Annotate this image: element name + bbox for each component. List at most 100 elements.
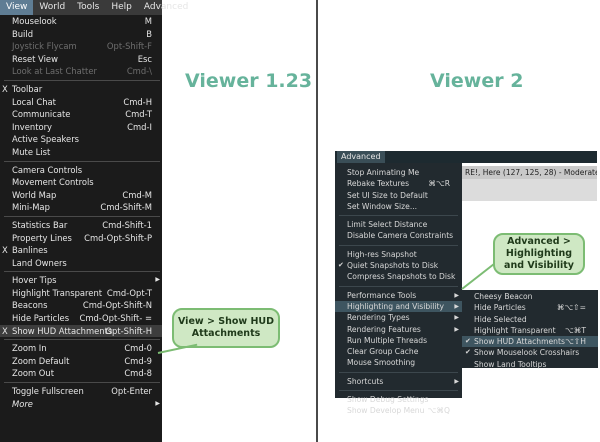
v2-advanced-menu-separator — [339, 244, 458, 246]
v1-view-menu-item-label: Active Speakers — [12, 134, 79, 145]
v2-advanced-menu-item-shortcuts[interactable]: Shortcuts ▶ — [335, 376, 462, 387]
v1-view-menu-separator — [4, 339, 160, 341]
v1-view-menu-item-shortcut: Cmd-8 — [124, 368, 152, 379]
v2-submenu-item-shortcut: ⌥⌘T — [565, 325, 586, 335]
v2-advanced-menu-item-show-develop-menu[interactable]: Show Develop Menu ⌥⌘Q — [335, 405, 462, 416]
v2-advanced-menu-item-clear-group-cache[interactable]: Clear Group Cache — [335, 346, 462, 357]
v2-submenu-item-highlight-transparent[interactable]: Highlight Transparent ⌥⌘T — [462, 325, 598, 336]
v1-view-menu-item-shortcut: Cmd-Opt-Shift-N — [82, 300, 152, 311]
v1-view-menu-item-zoom-default[interactable]: Zoom Default Cmd-9 — [0, 355, 162, 368]
v1-view-menu-separator — [4, 215, 160, 217]
v1-view-menu-item-shortcut: Esc — [137, 53, 152, 64]
v2-advanced-menu-item-show-debug-settings[interactable]: Show Debug Settings — [335, 394, 462, 405]
v2-advanced-menu-item-label: Rendering Features — [347, 324, 421, 334]
v1-view-menu-item-shortcut: Cmd-Opt-T — [106, 287, 152, 298]
v2-submenu-item-shortcut: ⌘⌥⇧= — [556, 303, 586, 313]
v2-advanced-menu-item-high-res-snapshot[interactable]: High-res Snapshot — [335, 249, 462, 260]
v1-view-menu-item-property-lines[interactable]: Property Lines Cmd-Opt-Shift-P — [0, 232, 162, 245]
v1-view-menu-item-movement-controls[interactable]: Movement Controls — [0, 176, 162, 189]
v2-advanced-menu-separator — [339, 215, 458, 217]
v2-advanced-menu-item-stop-animating-me[interactable]: Stop Animating Me — [335, 167, 462, 178]
v1-view-menu-item-beacons[interactable]: Beacons Cmd-Opt-Shift-N — [0, 299, 162, 312]
v1-view-menu-item-shortcut: Cmd-0 — [124, 343, 152, 354]
v1-menubar-world[interactable]: World — [33, 0, 71, 15]
v1-view-menu-item-build[interactable]: Build B — [0, 28, 162, 41]
v2-advanced-menu-item-quiet-snapshots-to-disk[interactable]: ✔ Quiet Snapshots to Disk — [335, 260, 462, 271]
v2-advanced-menu-item-rendering-features[interactable]: Rendering Features ▶ — [335, 324, 462, 335]
v1-view-menu-item-shortcut: Cmd-H — [123, 96, 152, 107]
v1-view-menu-item-zoom-in[interactable]: Zoom In Cmd-0 — [0, 342, 162, 355]
v1-menubar-help[interactable]: Help — [105, 0, 138, 15]
check-icon: X — [2, 83, 8, 94]
v2-submenu-item-label: Show Land Tooltips — [474, 359, 547, 369]
v1-view-menu: Mouselook M Build B Joystick Flycam Opt-Shift… — [0, 15, 162, 442]
submenu-arrow-icon: ▶ — [454, 325, 459, 333]
v1-view-menu-item-look-at-last-chatter: Look at Last Chatter Cmd-\ — [0, 65, 162, 78]
v1-view-menu-item-toggle-fullscreen[interactable]: Toggle Fullscreen Opt-Enter — [0, 385, 162, 398]
v1-menubar-view[interactable]: View — [0, 0, 34, 15]
check-icon: X — [2, 245, 8, 256]
v1-view-menu-item-label: Property Lines — [12, 232, 72, 243]
v2-advanced-menu-item-set-window-size[interactable]: Set Window Size... — [335, 201, 462, 212]
v1-view-menu-item-zoom-out[interactable]: Zoom Out Cmd-8 — [0, 367, 162, 380]
v1-menubar-tools[interactable]: Tools — [71, 0, 105, 15]
v2-submenu-item-show-hud-attachments[interactable]: ✔ Show HUD Attachments ⌥⇧H — [462, 336, 598, 348]
v2-highlighting-submenu: Cheesy Beacon Hide Particles ⌘⌥⇧= Hide Sele… — [462, 290, 598, 370]
v2-status-area — [461, 179, 597, 201]
v2-advanced-menu-item-highlighting-and-visibility[interactable]: Highlighting and Visibility ▶ — [335, 300, 462, 313]
v2-submenu-item-show-mouselook-crosshairs[interactable]: ✔ Show Mouselook Crosshairs — [462, 347, 598, 358]
v1-view-menu-item-banlines[interactable]: X Banlines — [0, 244, 162, 257]
v1-view-menu-item-camera-controls[interactable]: Camera Controls — [0, 164, 162, 177]
v1-view-menu-item-mouselook[interactable]: Mouselook M — [0, 15, 162, 28]
v1-menubar-advanced[interactable]: Advanced — [138, 0, 194, 15]
v1-view-menu-item-land-owners[interactable]: Land Owners — [0, 257, 162, 270]
v1-view-menu-item-mini-map[interactable]: Mini-Map Cmd-Shift-M — [0, 201, 162, 214]
v1-view-menu-item-mute-list[interactable]: Mute List — [0, 146, 162, 159]
v2-submenu-item-label: Show Mouselook Crosshairs — [474, 348, 580, 358]
v1-view-menu-item-label: Zoom Out — [12, 368, 54, 379]
v1-view-menu-item-more[interactable]: More ▶ — [0, 398, 162, 411]
v2-advanced-menu-item-label: Show Develop Menu — [347, 406, 425, 416]
v1-view-menu-item-shortcut: B — [146, 28, 152, 39]
v2-advanced-menu-item-rebake-textures[interactable]: Rebake Textures ⌘⌥R — [335, 178, 462, 189]
v2-advanced-menu-item-label: Limit Select Distance — [347, 220, 428, 230]
submenu-arrow-icon: ▶ — [454, 291, 459, 299]
v1-view-menu-item-world-map[interactable]: World Map Cmd-M — [0, 189, 162, 202]
v2-advanced-menu-item-set-ui-size-to-default[interactable]: Set UI Size to Default — [335, 190, 462, 201]
v2-advanced-menu-separator — [339, 285, 458, 287]
v1-view-menu-item-statistics-bar[interactable]: Statistics Bar Cmd-Shift-1 — [0, 219, 162, 232]
v1-view-menu-item-hide-particles[interactable]: Hide Particles Cmd-Opt-Shift- = — [0, 312, 162, 325]
v1-view-menu-item-shortcut: M — [144, 16, 152, 26]
v1-view-menu-item-show-hud-attachments[interactable]: X Show HUD Attachments Opt-Shift-H — [0, 324, 162, 338]
v2-advanced-menu-item-label: Shortcuts — [347, 376, 384, 386]
v2-advanced-menu-item-limit-select-distance[interactable]: Limit Select Distance — [335, 219, 462, 230]
v2-menu-tab-advanced[interactable]: Advanced — [337, 151, 385, 163]
v2-submenu-item-hide-selected[interactable]: Hide Selected — [462, 314, 598, 325]
v2-submenu-item-cheesy-beacon[interactable]: Cheesy Beacon — [462, 291, 598, 302]
v2-advanced-menu-item-rendering-types[interactable]: Rendering Types ▶ — [335, 312, 462, 323]
v2-advanced-menu-item-label: Quiet Snapshots to Disk — [347, 261, 439, 271]
v2-advanced-menu-item-run-multiple-threads[interactable]: Run Multiple Threads — [335, 335, 462, 346]
v1-view-menu-item-active-speakers[interactable]: Active Speakers — [0, 133, 162, 146]
v2-advanced-menu-item-compress-snapshots-to-disk[interactable]: Compress Snapshots to Disk — [335, 271, 462, 282]
v2-submenu-item-show-land-tooltips[interactable]: Show Land Tooltips — [462, 359, 598, 370]
v2-advanced-menu-item-performance-tools[interactable]: Performance Tools ▶ — [335, 290, 462, 301]
v2-advanced-menu-item-mouse-smoothing[interactable]: Mouse Smoothing — [335, 357, 462, 368]
v1-view-menu-item-hover-tips[interactable]: Hover Tips ▶ — [0, 274, 162, 287]
v1-view-menu-item-highlight-transparent[interactable]: Highlight Transparent Cmd-Opt-T — [0, 287, 162, 300]
v1-view-menu-item-toolbar[interactable]: X Toolbar — [0, 83, 162, 96]
v1-view-menu-item-local-chat[interactable]: Local Chat Cmd-H — [0, 96, 162, 109]
v1-view-menu-item-inventory[interactable]: Inventory Cmd-I — [0, 121, 162, 134]
v1-view-menu-item-label: Mute List — [12, 146, 51, 157]
v1-view-menu-item-label: Land Owners — [12, 257, 67, 268]
v1-view-menu-item-communicate[interactable]: Communicate Cmd-T — [0, 108, 162, 121]
v1-view-menu-item-reset-view[interactable]: Reset View Esc — [0, 53, 162, 66]
v2-submenu-item-label: Show HUD Attachments — [474, 337, 565, 347]
v1-view-menu-item-label: Camera Controls — [12, 164, 83, 175]
v2-advanced-menu-item-disable-camera-constraints[interactable]: Disable Camera Constraints — [335, 230, 462, 241]
v1-view-menu-separator — [4, 79, 160, 81]
v2-submenu-item-hide-particles[interactable]: Hide Particles ⌘⌥⇧= — [462, 302, 598, 313]
v1-callout: View > Show HUD Attachments — [172, 308, 280, 348]
v1-view-menu-item-joystick-flycam: Joystick Flycam Opt-Shift-F — [0, 40, 162, 53]
v1-view-menu-separator — [4, 160, 160, 162]
